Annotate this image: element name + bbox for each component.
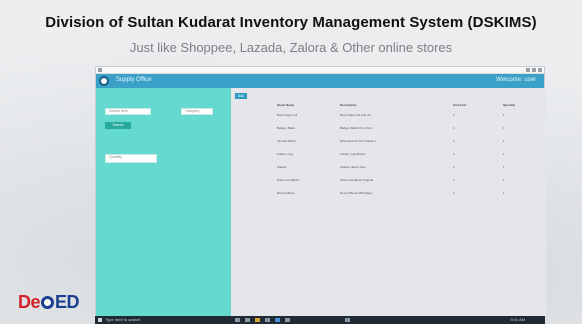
table-row[interactable]: Bond Paper A4 Bond Paper A4 Sub 20 1 1 bbox=[277, 112, 542, 125]
column-header[interactable]: Quantity bbox=[503, 104, 531, 108]
table-row[interactable]: Record Book Record Book 300 Pages 1 1 bbox=[277, 190, 542, 203]
app-icon[interactable] bbox=[245, 318, 250, 322]
table-cell: Printer Ink Black bbox=[277, 179, 299, 182]
table-row[interactable]: Alcohol 500ml Ethyl Alcohol 70% Solution… bbox=[277, 138, 542, 151]
search-button[interactable]: Search bbox=[105, 122, 131, 129]
table-cell: 1 bbox=[453, 140, 455, 143]
browser-icon[interactable] bbox=[275, 318, 280, 322]
table-cell: Ballpen Black bbox=[277, 127, 296, 130]
category-select[interactable]: Category bbox=[181, 108, 213, 115]
table-cell: 1 bbox=[503, 140, 505, 143]
app-icon[interactable] bbox=[235, 318, 240, 322]
slide-subheading: Just like Shoppee, Lazada, Zalora & Othe… bbox=[129, 40, 453, 55]
column-header[interactable]: Stock Name bbox=[277, 104, 332, 108]
logo-seal-icon bbox=[41, 296, 55, 309]
minimize-icon[interactable] bbox=[526, 68, 530, 72]
app-window: Supply Office Welcome: user Search item … bbox=[95, 66, 546, 317]
quantity-input[interactable]: Quantity bbox=[105, 154, 157, 163]
folder-icon[interactable] bbox=[255, 318, 260, 322]
sidebar: Search item Category Search Quantity bbox=[96, 88, 231, 317]
app-icon[interactable] bbox=[285, 318, 290, 322]
table-cell: Bond Paper A4 bbox=[277, 114, 298, 117]
table-cell: Ballpen Black Fine Point bbox=[340, 127, 373, 130]
table-cell: Record Book bbox=[277, 192, 295, 195]
table-cell: Folder Long Brown bbox=[340, 153, 366, 156]
logo-text-de: De bbox=[18, 292, 41, 312]
table-cell: Ethyl Alcohol 70% Solution bbox=[340, 140, 376, 143]
taskbar-search[interactable]: Type here to search bbox=[105, 317, 140, 322]
table-cell: 1 bbox=[503, 127, 505, 130]
window-icon bbox=[98, 68, 102, 72]
table-row[interactable]: Ballpen Black Ballpen Black Fine Point 1… bbox=[277, 125, 542, 138]
app-header: Supply Office Welcome: user bbox=[96, 74, 544, 88]
table-cell: 1 bbox=[503, 166, 505, 169]
table-row[interactable]: Folder Long Folder Long Brown 1 1 bbox=[277, 151, 542, 164]
window-chrome bbox=[96, 67, 544, 74]
table-cell: Bond Paper A4 Sub 20 bbox=[340, 114, 371, 117]
app-icon[interactable] bbox=[265, 318, 270, 322]
app-logo-icon bbox=[99, 76, 109, 86]
table-cell: 1 bbox=[453, 127, 455, 130]
taskbar: Type here to search 9:41 AM bbox=[95, 316, 545, 324]
table-cell: Stapler Heavy Duty bbox=[340, 166, 366, 169]
maximize-icon[interactable] bbox=[532, 68, 536, 72]
search-input[interactable]: Search item bbox=[105, 108, 151, 115]
deped-logo: De ED bbox=[18, 292, 80, 313]
table-cell: Stapler bbox=[277, 166, 287, 169]
inventory-table: Stock Name Description Unit Cost Quantit… bbox=[277, 102, 542, 203]
start-icon[interactable] bbox=[98, 318, 102, 322]
table-cell: Alcohol 500ml bbox=[277, 140, 296, 143]
table-cell: 1 bbox=[453, 192, 455, 195]
table-cell: 1 bbox=[503, 179, 505, 182]
close-icon[interactable] bbox=[538, 68, 542, 72]
slide-heading: Division of Sultan Kudarat Inventory Man… bbox=[45, 14, 537, 31]
table-cell: 1 bbox=[503, 192, 505, 195]
table-cell: 1 bbox=[453, 179, 455, 182]
table-header: Stock Name Description Unit Cost Quantit… bbox=[277, 102, 542, 112]
table-cell: Record Book 300 Pages bbox=[340, 192, 373, 195]
table-cell: 1 bbox=[453, 114, 455, 117]
add-button[interactable]: Add bbox=[235, 93, 247, 99]
table-cell: 1 bbox=[453, 166, 455, 169]
welcome-label[interactable]: Welcome: user bbox=[496, 77, 536, 83]
table-cell: 1 bbox=[453, 153, 455, 156]
table-row[interactable]: Printer Ink Black Printer Ink Black Orig… bbox=[277, 177, 542, 190]
taskbar-clock[interactable]: 9:41 AM bbox=[510, 317, 525, 322]
app-icon[interactable] bbox=[345, 318, 350, 322]
table-cell: Folder Long bbox=[277, 153, 294, 156]
column-header[interactable]: Description bbox=[340, 104, 440, 108]
app-title: Supply Office bbox=[116, 77, 152, 83]
main-panel: Add Stock Name Description Unit Cost Qua… bbox=[231, 88, 546, 317]
table-cell: 1 bbox=[503, 114, 505, 117]
table-row[interactable]: Stapler Stapler Heavy Duty 1 1 bbox=[277, 164, 542, 177]
table-cell: Printer Ink Black Original bbox=[340, 179, 374, 182]
table-cell: 1 bbox=[503, 153, 505, 156]
column-header[interactable]: Unit Cost bbox=[453, 104, 481, 108]
logo-text-ed: ED bbox=[55, 292, 80, 312]
